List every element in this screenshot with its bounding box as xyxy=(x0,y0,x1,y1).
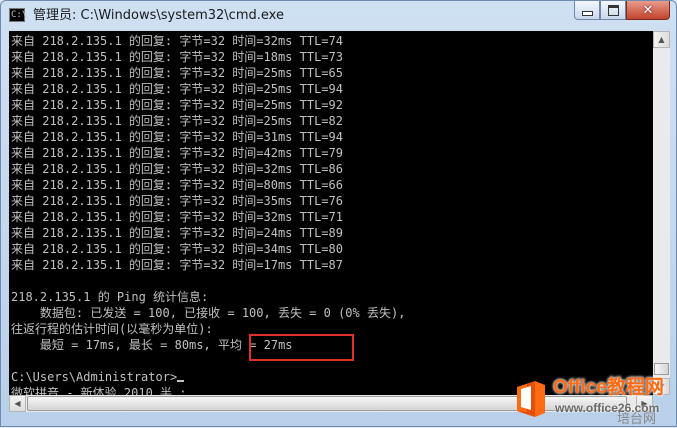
console-line: 来自 218.2.135.1 的回复: 字节=32 时间=80ms TTL=66 xyxy=(11,178,343,192)
window-title: 管理员: C:\Windows\system32\cmd.exe xyxy=(33,8,284,23)
console-line: 来自 218.2.135.1 的回复: 字节=32 时间=24ms TTL=89 xyxy=(11,226,343,240)
console-line: 来自 218.2.135.1 的回复: 字节=32 时间=32ms TTL=74 xyxy=(11,34,343,48)
text-cursor xyxy=(177,380,185,382)
console-line: 来自 218.2.135.1 的回复: 字节=32 时间=25ms TTL=82 xyxy=(11,114,343,128)
vertical-scrollbar[interactable]: ▲ ▼ xyxy=(653,31,670,395)
console-line: 218.2.135.1 的 Ping 统计信息: xyxy=(11,290,209,304)
minimize-button[interactable] xyxy=(574,1,600,20)
console-line: 来自 218.2.135.1 的回复: 字节=32 时间=17ms TTL=87 xyxy=(11,258,343,272)
scroll-left-button[interactable]: ◀ xyxy=(9,395,26,412)
cmd-app-icon[interactable]: C:\ xyxy=(9,8,28,22)
console-output[interactable]: 来自 218.2.135.1 的回复: 字节=32 时间=32ms TTL=74… xyxy=(9,31,653,395)
console-line: 来自 218.2.135.1 的回复: 字节=32 时间=25ms TTL=92 xyxy=(11,98,343,112)
console-line: 数据包: 已发送 = 100, 已接收 = 100, 丢失 = 0 (0% 丢失… xyxy=(11,306,406,320)
average-time-highlight-box xyxy=(249,334,354,361)
site-watermark: Office教程网 www.office26.com 培台网 xyxy=(513,373,673,428)
console-line: 来自 218.2.135.1 的回复: 字节=32 时间=34ms TTL=80 xyxy=(11,242,343,256)
minimize-icon xyxy=(581,10,593,16)
console-line: 来自 218.2.135.1 的回复: 字节=32 时间=32ms TTL=71 xyxy=(11,210,343,224)
console-line: 来自 218.2.135.1 的回复: 字节=32 时间=25ms TTL=94 xyxy=(11,82,343,96)
close-button[interactable]: ✕ xyxy=(626,1,670,20)
watermark-sub: 培台网 xyxy=(617,412,657,427)
console-line: C:\Users\Administrator> xyxy=(11,369,405,385)
cmd-window: C:\ 管理员: C:\Windows\system32\cmd.exe ✕ 来… xyxy=(0,0,677,427)
cmd-icon-glyph: C:\ xyxy=(11,10,28,20)
maximize-button[interactable] xyxy=(600,1,626,20)
window-controls: ✕ xyxy=(574,1,670,21)
close-icon: ✕ xyxy=(642,2,654,18)
console-line: 来自 218.2.135.1 的回复: 字节=32 时间=42ms TTL=79 xyxy=(11,146,343,160)
console-line: 来自 218.2.135.1 的回复: 字节=32 时间=35ms TTL=76 xyxy=(11,194,343,208)
title-bar[interactable]: C:\ 管理员: C:\Windows\system32\cmd.exe ✕ xyxy=(1,1,676,31)
console-line: 来自 218.2.135.1 的回复: 字节=32 时间=32ms TTL=86 xyxy=(11,162,343,176)
maximize-icon xyxy=(607,4,619,16)
console-line: 来自 218.2.135.1 的回复: 字节=32 时间=31ms TTL=94 xyxy=(11,130,343,144)
console-line: 来自 218.2.135.1 的回复: 字节=32 时间=25ms TTL=65 xyxy=(11,66,343,80)
watermark-brand: Office教程网 xyxy=(553,377,664,398)
office-logo-icon xyxy=(517,381,545,417)
console-line: 微软拼音 - 新体验 2010 半 : xyxy=(11,386,187,395)
console-line: 来自 218.2.135.1 的回复: 字节=32 时间=18ms TTL=73 xyxy=(11,50,343,64)
scroll-up-button[interactable]: ▲ xyxy=(653,31,670,48)
